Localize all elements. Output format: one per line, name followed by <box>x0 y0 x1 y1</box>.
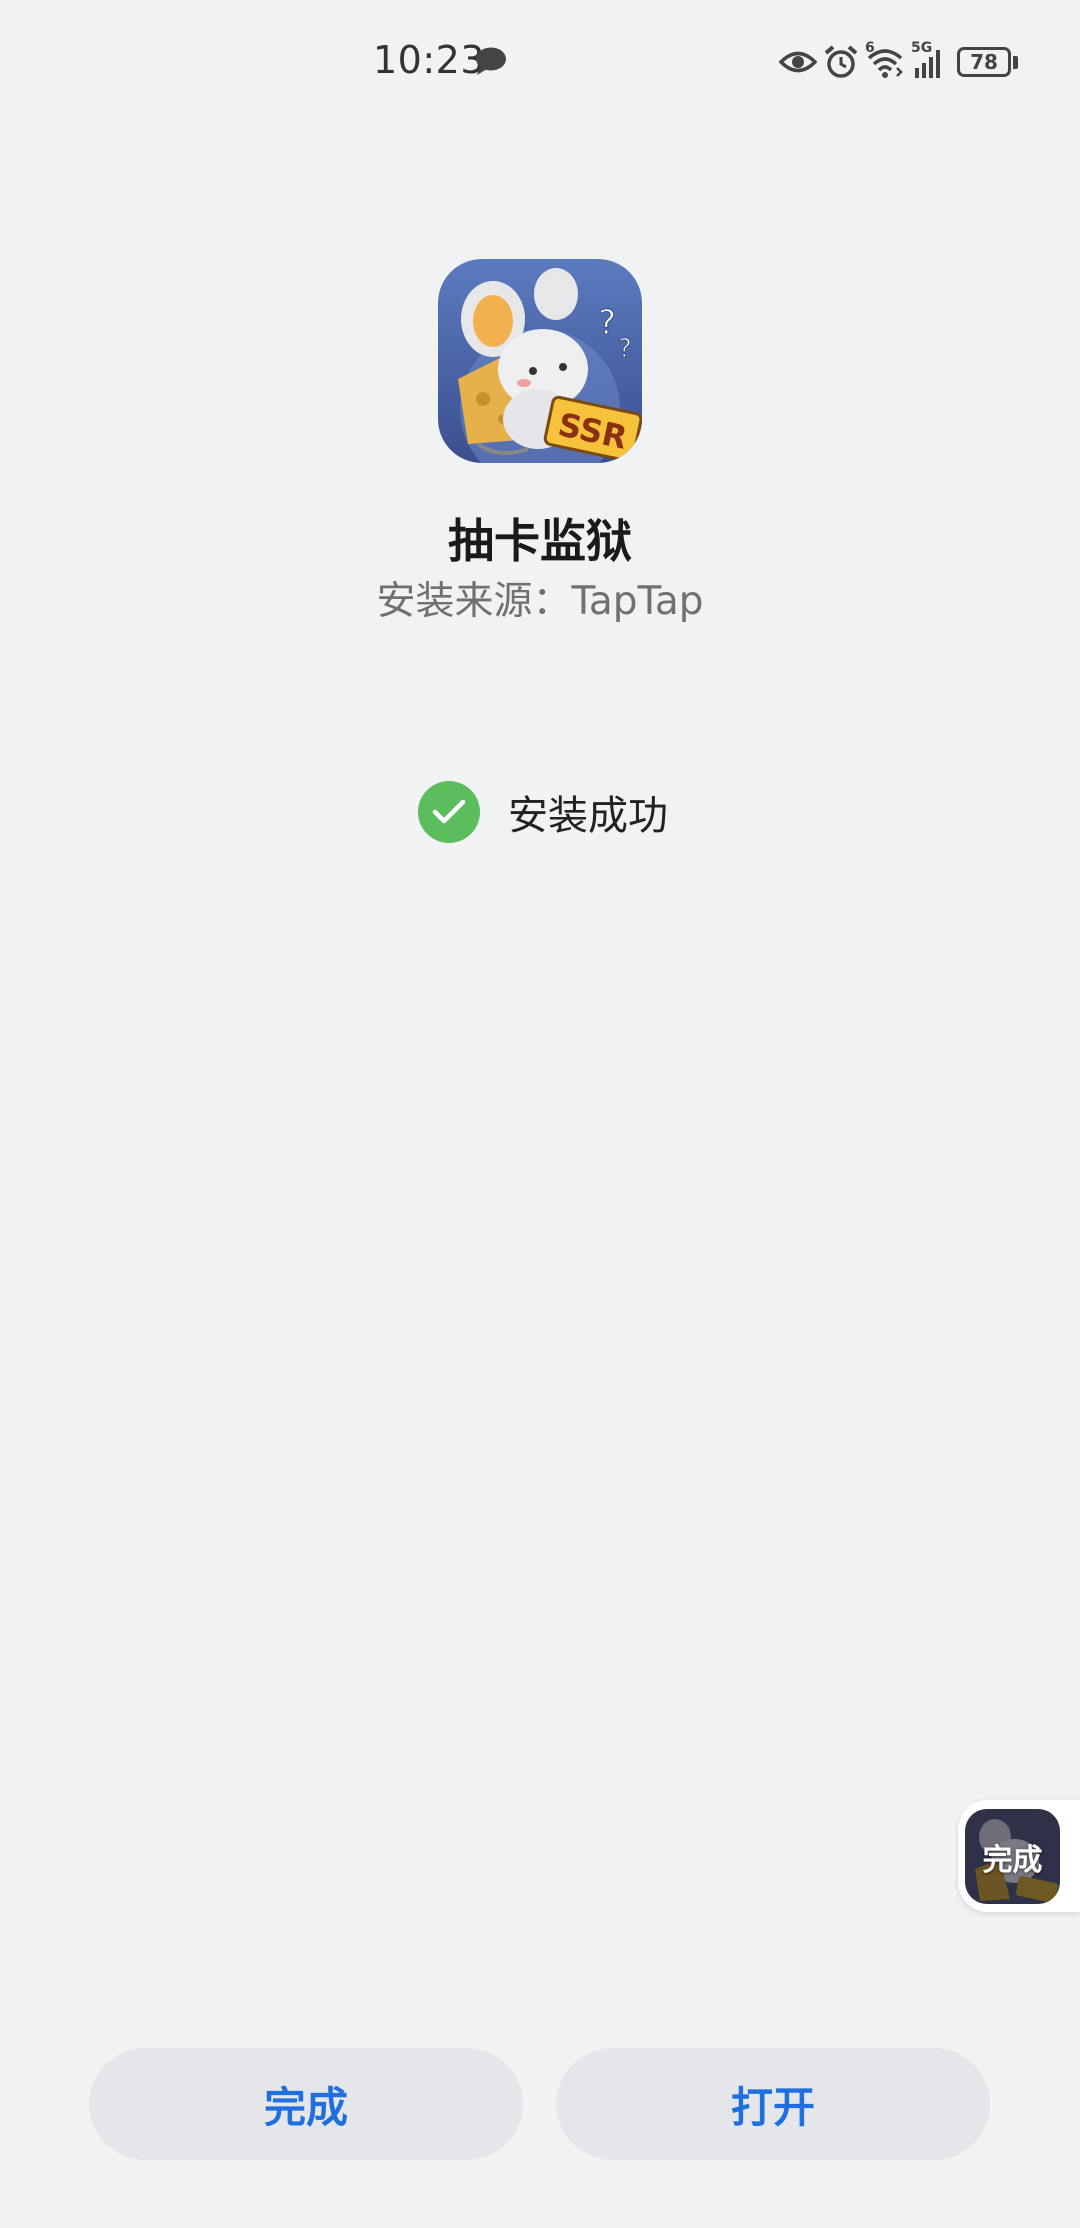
wifi-icon: 6 <box>865 40 905 80</box>
done-button[interactable]: 完成 <box>89 2048 523 2160</box>
install-result: 安装成功 <box>418 780 668 844</box>
floating-app-thumbnail: 完成 <box>965 1809 1060 1904</box>
check-circle-icon <box>418 781 480 843</box>
status-bar: 10:23 6 5G 78 <box>0 0 1080 125</box>
battery-level: 78 <box>957 47 1011 77</box>
install-success-text: 安装成功 <box>508 793 668 839</box>
install-source: 安装来源：TapTap <box>376 579 704 624</box>
alarm-icon <box>824 45 858 78</box>
status-time: 10:23 <box>373 38 486 82</box>
svg-text:?: ? <box>598 303 616 343</box>
message-icon <box>476 47 506 75</box>
eye-icon <box>779 51 817 73</box>
open-button[interactable]: 打开 <box>556 2048 990 2160</box>
floating-widget-label: 完成 <box>982 1842 1043 1878</box>
svg-text:?: ? <box>618 334 632 364</box>
signal-icon: 5G <box>911 40 945 80</box>
app-icon: ? ? SSR <box>438 259 642 463</box>
status-icons: 6 5G 78 <box>779 40 1018 84</box>
floating-install-widget[interactable]: 完成 <box>958 1800 1080 1912</box>
battery-icon: 78 <box>957 47 1018 77</box>
app-name: 抽卡监狱 <box>448 514 632 568</box>
